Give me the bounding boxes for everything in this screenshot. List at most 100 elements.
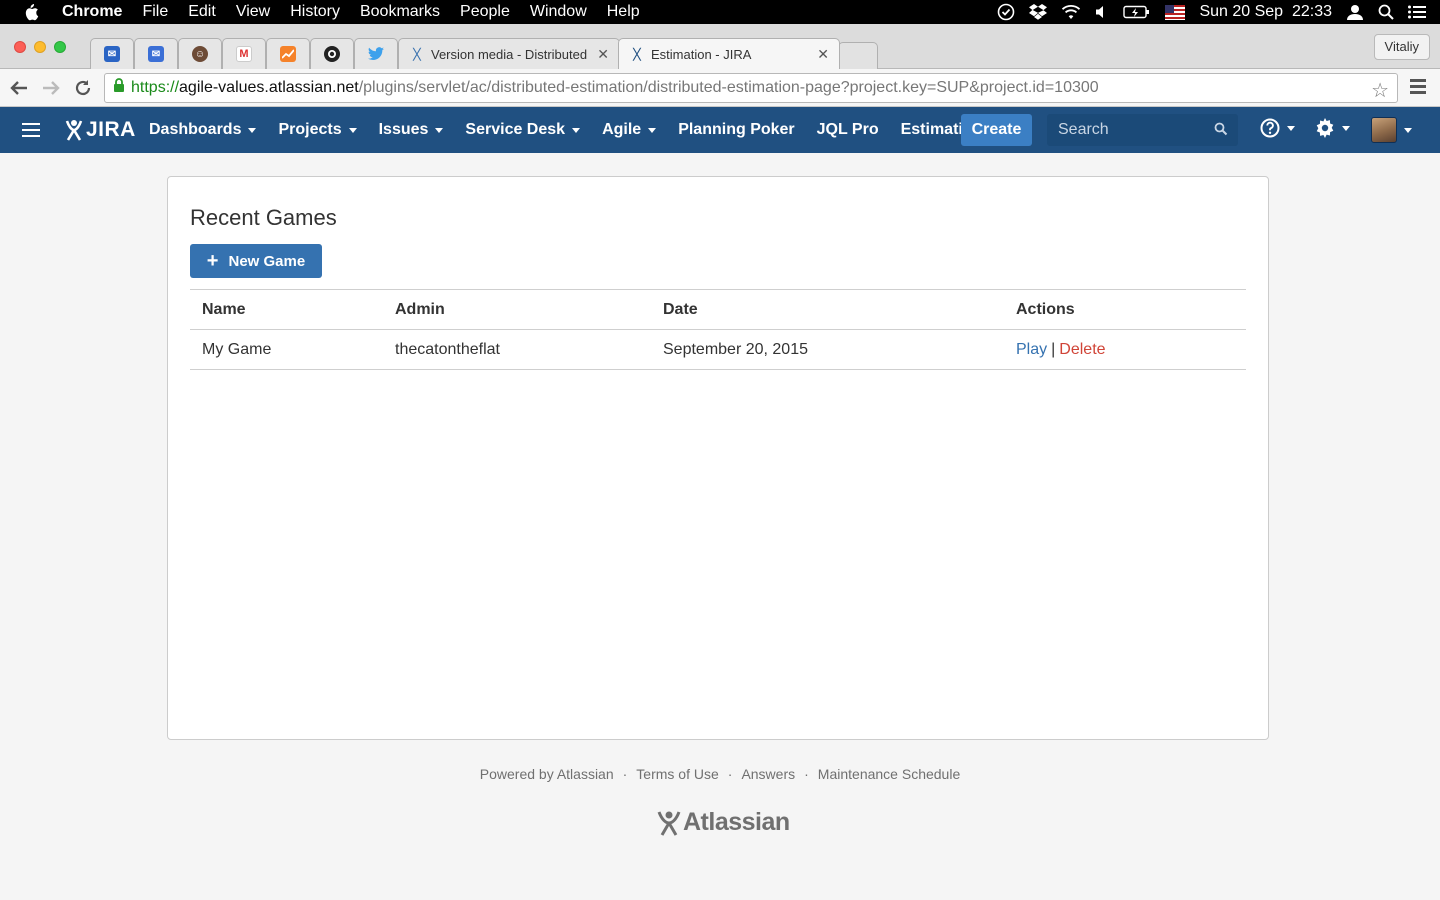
- apple-icon[interactable]: [0, 0, 62, 24]
- user-profile-menu[interactable]: [1371, 117, 1412, 143]
- chrome-menu-icon[interactable]: [1410, 79, 1426, 97]
- zoom-window-button[interactable]: [54, 41, 66, 53]
- back-arrow-icon[interactable]: [8, 77, 30, 99]
- game-actions: Play | Delete: [1004, 329, 1246, 370]
- new-game-button[interactable]: + New Game: [190, 244, 322, 278]
- pinned-tab-mail[interactable]: ✉: [90, 38, 134, 69]
- close-tab-icon[interactable]: ✕: [817, 46, 829, 63]
- user-icon[interactable]: [1346, 4, 1364, 20]
- mail-icon: ✉: [104, 46, 120, 62]
- tab-version-media[interactable]: ᚷ Version media - Distributed E ✕: [398, 38, 620, 69]
- nav-jql-pro[interactable]: JQL Pro: [817, 121, 879, 139]
- chevron-down-icon: [1287, 125, 1295, 131]
- profile-button[interactable]: Vitaliy: [1373, 34, 1430, 60]
- notification-center-icon[interactable]: [1408, 5, 1426, 19]
- menu-bookmarks[interactable]: Bookmarks: [350, 0, 450, 24]
- footer-link-terms[interactable]: Terms of Use: [636, 766, 718, 782]
- url-host: agile-values.atlassian.net: [179, 79, 359, 96]
- pinned-tab-analytics[interactable]: [266, 38, 310, 69]
- browser-toolbar: https://agile-values.atlassian.net/plugi…: [0, 69, 1440, 107]
- wifi-icon[interactable]: [1061, 4, 1081, 20]
- atlassian-favicon-icon: ᚷ: [632, 46, 642, 62]
- minimize-window-button[interactable]: [34, 41, 46, 53]
- menu-file[interactable]: File: [132, 0, 178, 24]
- menu-window[interactable]: Window: [520, 0, 597, 24]
- footer-dot: ·: [727, 766, 733, 782]
- close-window-button[interactable]: [14, 41, 26, 53]
- close-tab-icon[interactable]: ✕: [597, 46, 609, 63]
- url-scheme: https://: [131, 79, 180, 96]
- nav-issues[interactable]: Issues: [379, 121, 444, 139]
- pinned-tab-twitter[interactable]: [354, 38, 398, 69]
- game-date: September 20, 2015: [651, 329, 1004, 370]
- footer-link-maintenance[interactable]: Maintenance Schedule: [818, 766, 960, 782]
- atlassian-footer-logo[interactable]: Atlassian: [656, 808, 790, 837]
- create-button[interactable]: Create: [961, 114, 1032, 146]
- pinned-tab-inbox[interactable]: ✉: [134, 38, 178, 69]
- reload-icon[interactable]: [72, 77, 94, 99]
- app-switcher-icon[interactable]: [22, 123, 40, 141]
- nav-service-desk[interactable]: Service Desk: [465, 121, 581, 139]
- table-header-row: Name Admin Date Actions: [190, 289, 1246, 330]
- delete-link[interactable]: Delete: [1059, 341, 1105, 358]
- url-bar[interactable]: https://agile-values.atlassian.net/plugi…: [104, 73, 1398, 103]
- footer-link-powered-by[interactable]: Powered by Atlassian: [480, 766, 614, 782]
- games-table: Name Admin Date Actions My Game thecaton…: [190, 289, 1246, 370]
- chevron-down-icon: [1342, 125, 1350, 131]
- column-header-admin: Admin: [383, 289, 651, 330]
- tab-estimation-jira[interactable]: ᚷ Estimation - JIRA ✕: [618, 38, 840, 69]
- menu-help[interactable]: Help: [597, 0, 650, 24]
- chevron-down-icon: [435, 127, 444, 133]
- chevron-down-icon: [348, 127, 357, 133]
- recent-games-panel: Recent Games + New Game Name Admin Date …: [167, 176, 1269, 740]
- jira-logo[interactable]: JIRA: [64, 118, 136, 142]
- tab-title: Version media - Distributed E: [431, 46, 592, 62]
- menu-chrome[interactable]: Chrome: [62, 0, 132, 24]
- menu-view[interactable]: View: [226, 0, 280, 24]
- pinned-tab-gmail[interactable]: M: [222, 38, 266, 69]
- column-header-actions: Actions: [1004, 289, 1246, 330]
- action-separator: |: [1051, 340, 1056, 358]
- pinned-tab-mailchimp[interactable]: ☺: [178, 38, 222, 69]
- gear-icon: [1316, 118, 1334, 138]
- spotlight-search-icon[interactable]: [1378, 4, 1394, 20]
- footer-link-answers[interactable]: Answers: [741, 766, 795, 782]
- us-flag-icon[interactable]: [1165, 4, 1186, 20]
- settings-menu[interactable]: [1315, 118, 1350, 138]
- tab-title: Estimation - JIRA: [651, 46, 752, 62]
- chart-trend-icon: [280, 46, 296, 62]
- chevron-down-icon: [248, 127, 257, 133]
- bookmark-star-icon[interactable]: ☆: [1371, 78, 1389, 103]
- nav-planning-poker[interactable]: Planning Poker: [678, 121, 794, 139]
- clock-text[interactable]: Sun 20 Sep 22:33: [1199, 3, 1332, 21]
- menu-edit[interactable]: Edit: [178, 0, 226, 24]
- atlassian-logo-icon: [657, 810, 681, 836]
- menu-history[interactable]: History: [280, 0, 350, 24]
- atlassian-logo-icon: [65, 120, 83, 141]
- pinned-tab-github[interactable]: [310, 38, 354, 69]
- monkey-icon: ☺: [192, 46, 208, 62]
- volume-icon[interactable]: [1095, 5, 1109, 19]
- help-menu[interactable]: [1260, 118, 1295, 138]
- github-icon: [324, 46, 340, 62]
- browser-tab-strip: ✉ ✉ ☺ M ᚷ Version media - Distributed E …: [0, 24, 1440, 69]
- play-link[interactable]: Play: [1016, 341, 1047, 358]
- new-tab-button[interactable]: [838, 42, 878, 69]
- nav-projects[interactable]: Projects: [278, 121, 357, 139]
- forward-arrow-icon[interactable]: [40, 77, 62, 99]
- footer: Powered by Atlassian · Terms of Use · Answer…: [0, 766, 1440, 782]
- nav-dashboards[interactable]: Dashboards: [149, 121, 257, 139]
- battery-icon[interactable]: [1123, 5, 1151, 19]
- inbox-icon: ✉: [148, 46, 164, 62]
- jira-header: JIRA Dashboards Projects Issues Service …: [0, 107, 1440, 153]
- search-input[interactable]: Search: [1047, 114, 1238, 146]
- chevron-down-icon: [1404, 127, 1412, 133]
- dropbox-icon[interactable]: [1029, 4, 1048, 20]
- checkmark-shield-icon[interactable]: [997, 3, 1015, 21]
- chevron-down-icon: [572, 127, 581, 133]
- nav-agile[interactable]: Agile: [602, 121, 657, 139]
- menu-people[interactable]: People: [450, 0, 520, 24]
- jira-nav: Dashboards Projects Issues Service Desk …: [149, 107, 1004, 153]
- mac-menu-bar: Chrome File Edit View History Bookmarks …: [0, 0, 1440, 24]
- column-header-date: Date: [651, 289, 1004, 330]
